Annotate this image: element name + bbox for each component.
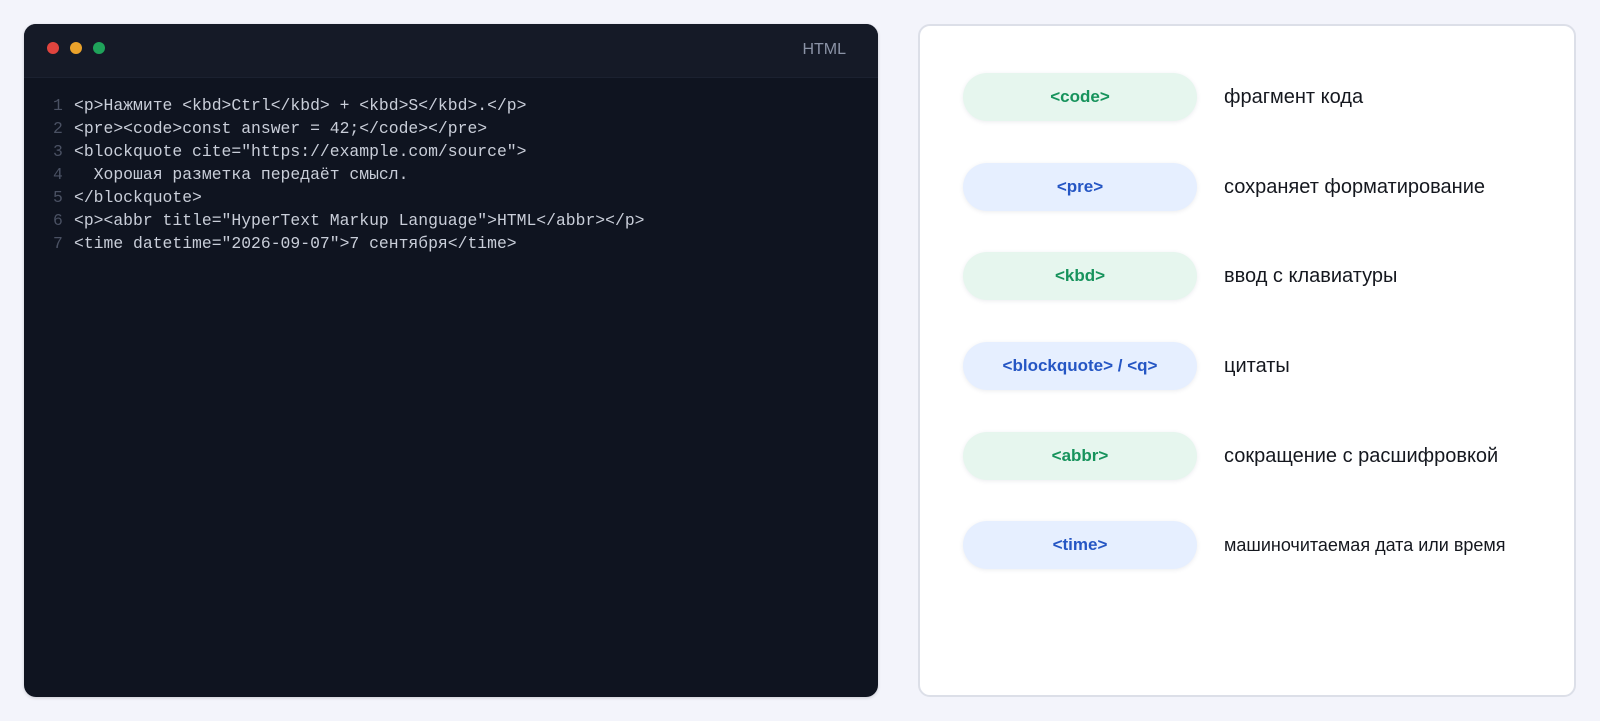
line-text: Хорошая разметка передаёт смысл. [74,165,409,184]
code-line: 6 <p><abbr title="HyperText Markup Langu… [24,209,878,232]
language-label: HTML [802,41,846,58]
line-text: <p>Нажмите <kbd>Ctrl</kbd> + <kbd>S</kbd… [74,96,527,115]
tag-pill-time: <time> [963,521,1197,569]
minimize-window-dot-icon[interactable] [70,42,82,54]
legend-row-abbr: <abbr> сокращение с расшифровкой [963,432,1498,480]
line-text: <blockquote cite="https://example.com/so… [74,142,527,161]
tag-description: цитаты [1224,354,1290,377]
close-window-dot-icon[interactable] [47,42,59,54]
tag-description: сохраняет форматирование [1224,175,1485,198]
line-number: 2 [53,119,63,138]
code-editor-window: HTML 1 <p>Нажмите <kbd>Ctrl</kbd> + <kbd… [24,24,878,697]
tag-description: сокращение с расшифровкой [1224,444,1499,467]
tag-description: машиночитаемая дата или время [1224,534,1506,555]
legend-row-time: <time> машиночитаемая дата или время [963,521,1506,569]
line-number: 6 [53,211,63,230]
code-line: 1 <p>Нажмите <kbd>Ctrl</kbd> + <kbd>S</k… [24,94,878,117]
code-line: 5 </blockquote> [24,186,878,209]
line-text: <p><abbr title="HyperText Markup Languag… [74,211,645,230]
editor-title-bar: HTML [24,24,878,78]
tag-pill-abbr: <abbr> [963,432,1197,480]
legend-row-code: <code> фрагмент кода [963,73,1363,121]
code-line: 3 <blockquote cite="https://example.com/… [24,140,878,163]
stage: HTML 1 <p>Нажмите <kbd>Ctrl</kbd> + <kbd… [0,0,1600,721]
legend-row-blockquote: <blockquote> / <q> цитаты [963,342,1290,390]
line-number: 7 [53,234,63,253]
tag-pill-blockquote: <blockquote> / <q> [963,342,1197,390]
tag-legend-panel: <code> фрагмент кода <pre> сохраняет фор… [918,24,1576,697]
legend-row-kbd: <kbd> ввод с клавиатуры [963,252,1397,300]
code-area[interactable]: 1 <p>Нажмите <kbd>Ctrl</kbd> + <kbd>S</k… [24,78,878,255]
tag-pill-kbd: <kbd> [963,252,1197,300]
line-text: <time datetime="2026-09-07">7 сентября</… [74,234,517,253]
tag-pill-pre: <pre> [963,163,1197,211]
code-line: 4 Хорошая разметка передаёт смысл. [24,163,878,186]
code-line: 2 <pre><code>const answer = 42;</code></… [24,117,878,140]
tag-description: фрагмент кода [1224,85,1364,108]
line-text: </blockquote> [74,188,202,207]
legend-row-pre: <pre> сохраняет форматирование [963,163,1485,211]
line-number: 3 [53,142,63,161]
tag-description: ввод с клавиатуры [1224,264,1398,287]
code-line: 7 <time datetime="2026-09-07">7 сентября… [24,232,878,255]
maximize-window-dot-icon[interactable] [93,42,105,54]
line-number: 4 [53,165,63,184]
tag-pill-code: <code> [963,73,1197,121]
line-number: 5 [53,188,63,207]
line-text: <pre><code>const answer = 42;</code></pr… [74,119,488,138]
line-number: 1 [53,96,63,115]
